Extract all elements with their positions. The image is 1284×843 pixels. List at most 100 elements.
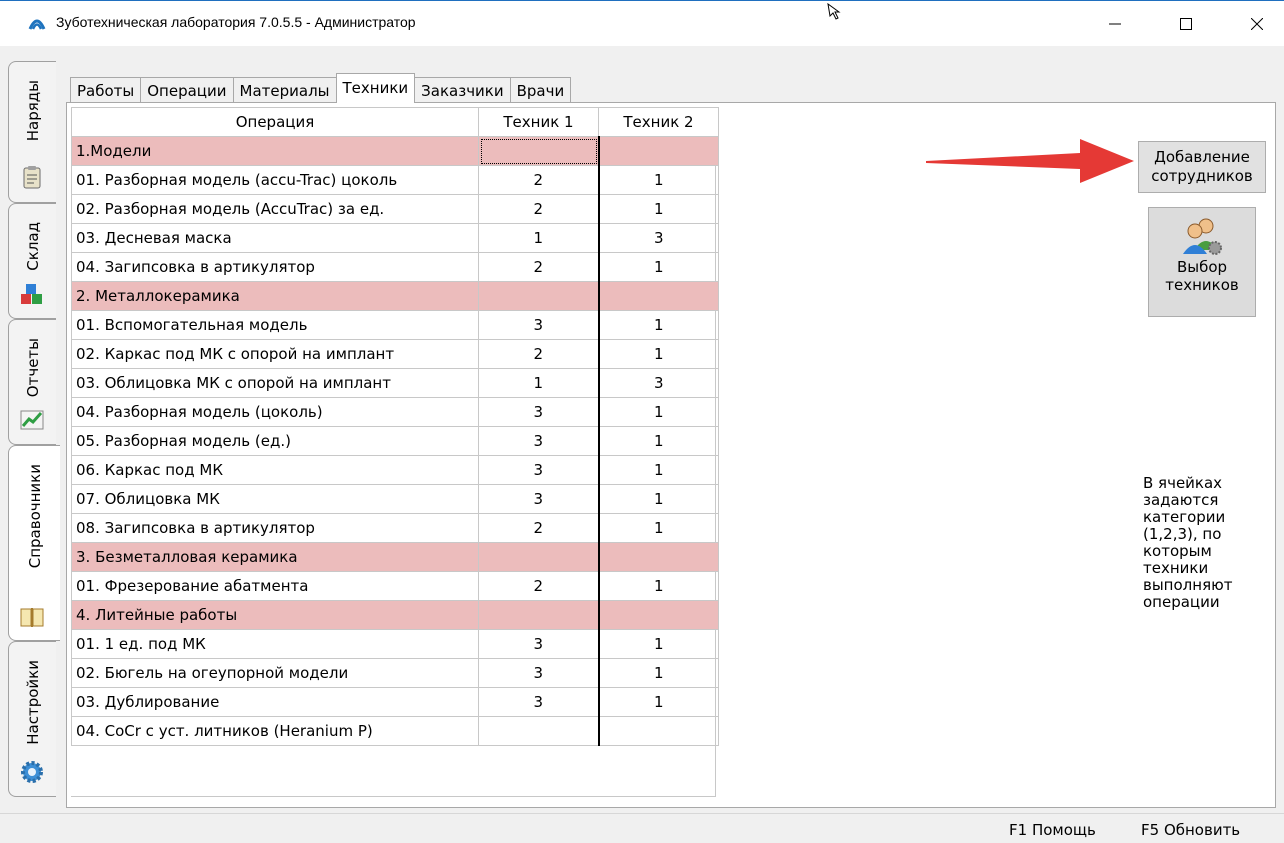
tech1-cell[interactable]: 1: [478, 223, 600, 253]
tab-works[interactable]: Работы: [70, 77, 142, 103]
operation-cell[interactable]: 04. Загипсовка в артикулятор: [71, 252, 479, 282]
add-staff-button[interactable]: Добавление сотрудников: [1138, 141, 1266, 193]
operation-cell[interactable]: 07. Облицовка МК: [71, 484, 479, 514]
table-row[interactable]: 05. Разборная модель (ед.) 3 1: [71, 426, 719, 456]
tech1-cell[interactable]: 3: [478, 426, 600, 456]
operation-cell[interactable]: 01. 1 ед. под МК: [71, 629, 479, 659]
tech1-cell[interactable]: 3: [478, 455, 600, 485]
table-row[interactable]: 02. Каркас под МК с опорой на имплант 2 1: [71, 339, 719, 369]
tech2-cell[interactable]: 1: [598, 571, 719, 601]
table-row[interactable]: 01. Вспомогательная модель 3 1: [71, 310, 719, 340]
tab-technicians[interactable]: Техники: [335, 73, 416, 103]
table-row[interactable]: 03. Облицовка МК с опорой на имплант 1 3: [71, 368, 719, 398]
side-tab-reports[interactable]: Отчеты: [8, 319, 56, 445]
operation-cell[interactable]: 04. Разборная модель (цоколь): [71, 397, 479, 427]
tech2-cell[interactable]: [598, 542, 719, 572]
tech1-cell[interactable]: 3: [478, 310, 600, 340]
tech1-cell[interactable]: 3: [478, 484, 600, 514]
operation-cell[interactable]: 1.Модели: [71, 136, 479, 166]
tech2-cell[interactable]: [598, 716, 719, 746]
tech1-cell[interactable]: 3: [478, 658, 600, 688]
operation-cell[interactable]: 03. Десневая маска: [71, 223, 479, 253]
column-header-operation[interactable]: Операция: [71, 107, 479, 137]
tech1-cell[interactable]: 2: [478, 571, 600, 601]
tech2-cell[interactable]: 3: [598, 223, 719, 253]
tab-operations[interactable]: Операции: [140, 77, 234, 103]
tech1-cell[interactable]: 2: [478, 194, 600, 224]
operation-cell[interactable]: 08. Загипсовка в артикулятор: [71, 513, 479, 543]
tech2-cell[interactable]: [598, 600, 719, 630]
operation-cell[interactable]: 01. Фрезерование абатмента: [71, 571, 479, 601]
tech1-cell[interactable]: [478, 281, 600, 311]
tech2-cell[interactable]: 1: [598, 165, 719, 195]
table-row[interactable]: 04. CoCr с уст. литников (Heranium P): [71, 716, 719, 746]
column-header-tech2[interactable]: Техник 2: [598, 107, 719, 137]
table-row[interactable]: 02. Бюгель на огеупорной модели 3 1: [71, 658, 719, 688]
tech2-cell[interactable]: 1: [598, 629, 719, 659]
tab-customers[interactable]: Заказчики: [414, 77, 511, 103]
tech1-cell[interactable]: 3: [478, 687, 600, 717]
tech1-cell[interactable]: [478, 600, 600, 630]
maximize-button[interactable]: [1156, 1, 1216, 46]
tech1-cell[interactable]: 1: [478, 368, 600, 398]
operation-cell[interactable]: 02. Бюгель на огеупорной модели: [71, 658, 479, 688]
side-tab-settings[interactable]: Настройки: [8, 641, 56, 797]
tech1-cell[interactable]: 2: [478, 513, 600, 543]
operation-cell[interactable]: 03. Дублирование: [71, 687, 479, 717]
tech2-cell[interactable]: 1: [598, 687, 719, 717]
table-row[interactable]: 04. Разборная модель (цоколь) 3 1: [71, 397, 719, 427]
table-row[interactable]: 08. Загипсовка в артикулятор 2 1: [71, 513, 719, 543]
table-group-row[interactable]: 2. Металлокерамика: [71, 281, 719, 311]
status-refresh[interactable]: F5 Обновить: [1141, 821, 1240, 839]
tech2-cell[interactable]: 1: [598, 426, 719, 456]
operation-cell[interactable]: 06. Каркас под МК: [71, 455, 479, 485]
tech1-cell[interactable]: [478, 716, 600, 746]
tech2-cell[interactable]: 1: [598, 397, 719, 427]
tech1-cell[interactable]: 2: [478, 165, 600, 195]
table-row[interactable]: 01. 1 ед. под МК 3 1: [71, 629, 719, 659]
tech2-cell[interactable]: 3: [598, 368, 719, 398]
table-group-row[interactable]: 1.Модели: [71, 136, 719, 166]
table-row[interactable]: 07. Облицовка МК 3 1: [71, 484, 719, 514]
column-header-tech1[interactable]: Техник 1: [478, 107, 599, 137]
operation-cell[interactable]: 04. CoCr с уст. литников (Heranium P): [71, 716, 479, 746]
table-row[interactable]: 03. Дублирование 3 1: [71, 687, 719, 717]
tech2-cell[interactable]: 1: [598, 455, 719, 485]
tech2-cell[interactable]: [598, 136, 719, 166]
table-row[interactable]: 06. Каркас под МК 3 1: [71, 455, 719, 485]
operation-cell[interactable]: 3. Безметалловая керамика: [71, 542, 479, 572]
table-row[interactable]: 01. Разборная модель (accu-Trac) цоколь 2…: [71, 165, 719, 195]
tech2-cell[interactable]: 1: [598, 252, 719, 282]
tech2-cell[interactable]: 1: [598, 194, 719, 224]
tab-doctors[interactable]: Врачи: [509, 77, 572, 103]
choose-technicians-button[interactable]: Выбор техников: [1148, 207, 1256, 317]
table-row[interactable]: 04. Загипсовка в артикулятор 2 1: [71, 252, 719, 282]
operation-cell[interactable]: 02. Разборная модель (AccuTrac) за ед.: [71, 194, 479, 224]
tech1-cell[interactable]: 3: [478, 397, 600, 427]
table-group-row[interactable]: 3. Безметалловая керамика: [71, 542, 719, 572]
status-help[interactable]: F1 Помощь: [1009, 821, 1096, 839]
tech1-cell[interactable]: 2: [478, 252, 600, 282]
tech2-cell[interactable]: 1: [598, 658, 719, 688]
tech1-cell[interactable]: [478, 136, 600, 166]
tech2-cell[interactable]: 1: [598, 310, 719, 340]
table-row[interactable]: 03. Десневая маска 1 3: [71, 223, 719, 253]
operation-cell[interactable]: 2. Металлокерамика: [71, 281, 479, 311]
table-row[interactable]: 02. Разборная модель (AccuTrac) за ед. 2 1: [71, 194, 719, 224]
tech2-cell[interactable]: 1: [598, 513, 719, 543]
close-button[interactable]: [1227, 1, 1284, 46]
operation-cell[interactable]: 01. Вспомогательная модель: [71, 310, 479, 340]
operation-cell[interactable]: 4. Литейные работы: [71, 600, 479, 630]
side-tab-directories[interactable]: Справочники: [8, 445, 60, 641]
operation-cell[interactable]: 03. Облицовка МК с опорой на имплант: [71, 368, 479, 398]
operation-cell[interactable]: 01. Разборная модель (accu-Trac) цоколь: [71, 165, 479, 195]
table-group-row[interactable]: 4. Литейные работы: [71, 600, 719, 630]
operation-cell[interactable]: 05. Разборная модель (ед.): [71, 426, 479, 456]
tech2-cell[interactable]: 1: [598, 484, 719, 514]
tech1-cell[interactable]: [478, 542, 600, 572]
minimize-button[interactable]: [1085, 1, 1145, 46]
side-tab-warehouse[interactable]: Склад: [8, 203, 56, 319]
table-row[interactable]: 01. Фрезерование абатмента 2 1: [71, 571, 719, 601]
tech2-cell[interactable]: [598, 281, 719, 311]
tech1-cell[interactable]: 2: [478, 339, 600, 369]
